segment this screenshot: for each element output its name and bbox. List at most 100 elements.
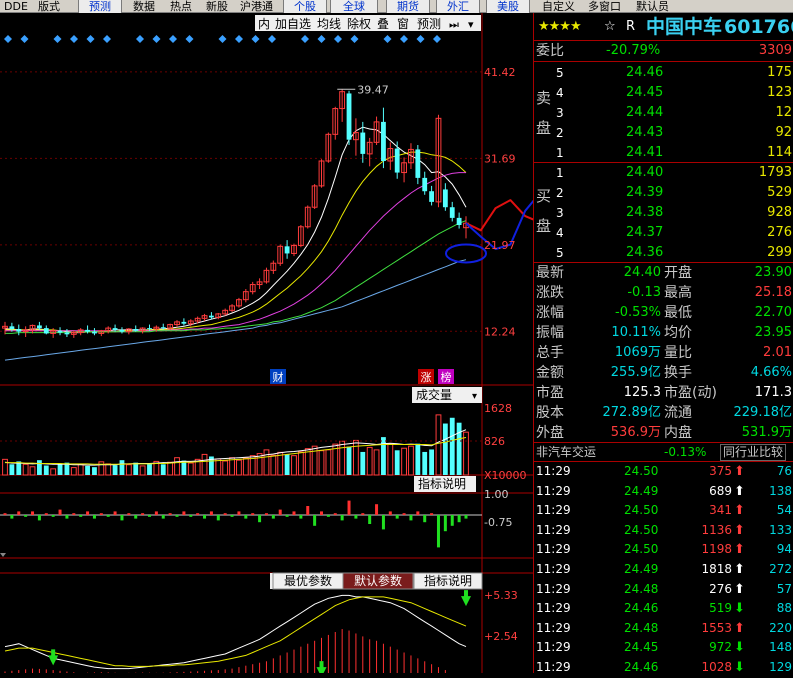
volume-bar [415, 443, 421, 475]
indicator-bar [203, 515, 207, 519]
volume-title[interactable]: 成交量 [416, 387, 452, 402]
indicator-bar [278, 509, 282, 515]
marker-limit-up[interactable]: 涨 [421, 371, 432, 384]
indicator-bar [430, 513, 434, 515]
sector-compare-button[interactable]: 同行业比较 [720, 444, 787, 461]
toolbar-item-us-stocks[interactable]: 美股 [486, 0, 530, 14]
macd-tab-1[interactable]: 默认参数 [354, 573, 402, 588]
stat-value: -0.13 [627, 285, 661, 300]
marker-rank[interactable]: 榜 [441, 370, 452, 384]
toolbar-item-forecast[interactable]: 预测 [78, 0, 122, 14]
stat-value: 2.01 [763, 345, 792, 360]
indicator-bar [423, 515, 427, 523]
indicator-bar [216, 515, 220, 521]
indicator-bar [299, 515, 303, 519]
toolbar-item-stock[interactable]: 个股 [283, 0, 327, 14]
indicator-bar [175, 515, 179, 517]
tick-row: 11:29 24.49 689 ⬆ 138 [534, 482, 793, 502]
chart-toolbar-btn-3[interactable]: 除权 [347, 16, 371, 31]
buy-price: 24.37 [626, 225, 664, 240]
candle-body [64, 332, 70, 335]
macd-tab-0[interactable]: 最优参数 [284, 573, 332, 588]
sell-level-row: 1 24.41 114 [534, 143, 793, 163]
sell-level: 3 [556, 106, 564, 120]
separator [534, 61, 793, 62]
tick-price: 24.48 [624, 620, 659, 635]
indicator-bar [264, 513, 268, 515]
wei-bi-pct: -20.79% [606, 43, 661, 58]
stat-value: 25.18 [754, 285, 792, 300]
chart-toolbar-btn-6[interactable]: 预测 [417, 17, 441, 31]
candle-body [284, 246, 290, 254]
stat-label: 总手 [536, 345, 564, 361]
buy-level-row: 2 24.39 529 [534, 183, 793, 203]
volume-unit-label: X10000 [484, 469, 527, 482]
toolbar-item-layout[interactable]: 版式 [38, 0, 60, 13]
candle-body [381, 121, 386, 161]
sell-price: 24.43 [626, 125, 664, 140]
chart-toolbar-btn-5[interactable]: 窗 [397, 17, 409, 31]
tick-count: 220 [769, 620, 792, 635]
toolbar-item-dde[interactable]: DDE [4, 0, 28, 13]
indicator-bar [113, 511, 117, 515]
tick-row: 11:29 24.48 1553 ⬆ 220 [534, 619, 793, 639]
candle-body [119, 329, 125, 332]
indicator-bar [464, 515, 468, 519]
volume-bar [92, 467, 97, 475]
indicator-bar [313, 515, 317, 526]
stat-row: 最新 24.40 开盘 23.90 [534, 263, 793, 283]
volume-dropdown-icon[interactable]: ▾ [472, 391, 477, 402]
toolbar-item-global[interactable]: 全球 [330, 0, 378, 14]
toolbar-item-data[interactable]: 数据 [133, 0, 155, 13]
indicator-bar [120, 515, 124, 521]
sector-row: 非汽车交运 -0.13% 同行业比较 [534, 443, 793, 461]
sell-level-row: 2 24.43 92 [534, 123, 793, 143]
marker-finance[interactable]: 财 [273, 370, 284, 384]
stat-label: 市盈(动) [664, 385, 717, 401]
indicator-axis-label: 1.00 [484, 488, 509, 501]
buy-level-row: 3 24.38 928 [534, 203, 793, 223]
tick-row: 11:29 24.46 1028 ⬇ 129 [534, 658, 793, 678]
volume-bar [147, 463, 152, 475]
indicator-bar [306, 506, 310, 515]
buy-level: 3 [556, 206, 564, 220]
wei-bi-num: 3309 [758, 43, 792, 58]
toolbar-item-futures[interactable]: 期货 [386, 0, 430, 14]
toolbar-item-hk-connect[interactable]: 沪港通 [240, 0, 273, 13]
indicator-bar [402, 513, 406, 515]
sector-name[interactable]: 非汽车交运 [536, 443, 596, 461]
toolbar-item-default[interactable]: 默认员 [636, 0, 669, 13]
toolbar-item-forex[interactable]: 外汇 [436, 0, 480, 14]
candle-body [456, 217, 462, 225]
tick-time: 11:29 [536, 620, 571, 635]
tick-time: 11:29 [536, 464, 571, 478]
stat-row: 金额 255.9亿 换手 4.66% [534, 363, 793, 383]
toolbar-item-hot[interactable]: 热点 [170, 0, 192, 13]
indicator-bar [127, 513, 131, 515]
macd-tab-2[interactable]: 指标说明 [424, 573, 472, 588]
stat-row: 市盈 125.3 市盈(动) 171.3 [534, 383, 793, 403]
arrow-down-icon: ⬇ [734, 601, 745, 617]
indicator-bar [3, 513, 7, 515]
tick-count: 129 [769, 660, 792, 674]
chart-toolbar-btn-0[interactable]: 内 [258, 17, 270, 31]
chart-toolbar-dropdown-icon[interactable]: ▾ [468, 18, 474, 31]
arrow-up-icon: ⬆ [734, 542, 745, 558]
arrow-down-icon: ⬇ [734, 660, 745, 675]
chart-toolbar-btn-4[interactable]: 叠 [377, 17, 389, 31]
toolbar-item-custom[interactable]: 自定义 [542, 0, 575, 13]
indicator-help-button[interactable]: 指标说明 [418, 476, 466, 491]
toolbar-item-multiwindow[interactable]: 多窗口 [588, 0, 621, 13]
chart-toolbar-btn-2[interactable]: 均线 [317, 17, 341, 31]
tick-time: 11:29 [536, 503, 571, 518]
chart-toolbar-next-icon[interactable]: ⏭ [449, 18, 459, 31]
indicator-bar [381, 515, 385, 530]
toolbar-item-ipo[interactable]: 新股 [206, 0, 228, 13]
tick-price: 24.50 [624, 503, 659, 518]
indicator-bar [65, 515, 69, 519]
stat-row: 涨幅 -0.53% 最低 22.70 [534, 303, 793, 323]
chart-toolbar-btn-1[interactable]: 加自选 [275, 17, 311, 31]
star-rating-empty-icon: ☆ [604, 19, 616, 34]
indicator-bar [141, 513, 145, 515]
kline-chart-area[interactable]: 41.42 31.69 21.97 12.24 39.47 内加自选 均线 除权叠窗预测 ⏭ ▾… [0, 13, 533, 673]
